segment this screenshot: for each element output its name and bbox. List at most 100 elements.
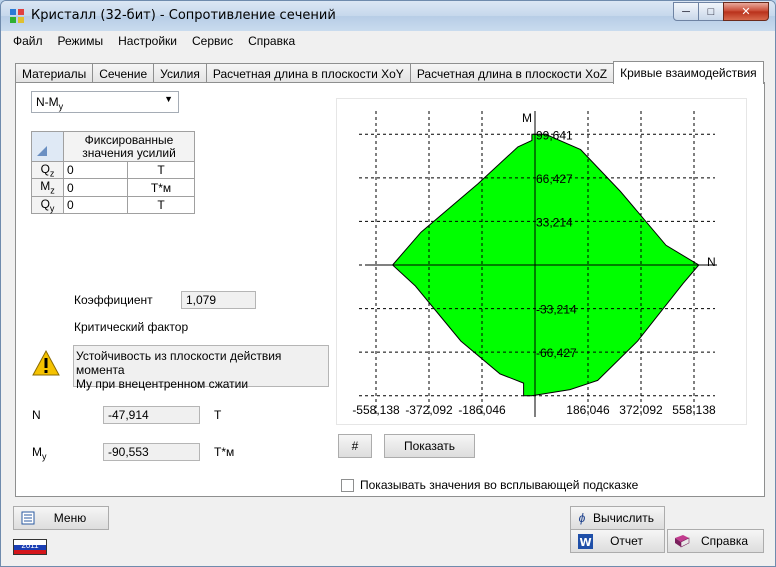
tab-strip: Материалы Сечение Усилия Расчетная длина… — [15, 61, 764, 84]
title-bar[interactable]: Кристалл (32-бит) - Сопротивление сечени… — [1, 1, 775, 31]
tab-section[interactable]: Сечение — [92, 63, 155, 83]
critical-factor-line2: My при внецентренном сжатии — [76, 377, 249, 391]
y-tick-label: 33,214 — [536, 215, 573, 229]
menu-help[interactable]: Справка — [240, 34, 302, 48]
critical-factor-label: Критический фактор — [74, 320, 189, 334]
table-header-line2: значения усилий — [82, 145, 176, 160]
x-tick-label: 186,046 — [566, 403, 610, 417]
close-icon: ✕ — [741, 6, 751, 18]
fixed-forces-table: Фиксированные значения усилий Qz 0 Т Mz … — [31, 131, 195, 215]
row-sub: z — [50, 185, 55, 196]
my-unit: Т*м — [214, 445, 235, 459]
row-sub: z — [49, 168, 55, 179]
row-header-qy: Qy — [31, 195, 64, 215]
coefficient-label: Коэффициент — [74, 293, 153, 307]
y-tick-label: 99,641 — [536, 128, 573, 142]
x-tick-label: 372,092 — [619, 403, 663, 417]
close-button[interactable]: ✕ — [723, 2, 769, 21]
mz-unit-cell: Т*м — [127, 178, 195, 197]
tooltip-values-option[interactable]: Показывать значения во всплывающей подск… — [341, 478, 638, 492]
main-window: Кристалл (32-бит) - Сопротивление сечени… — [0, 0, 776, 567]
curve-type-value: N-M — [36, 95, 59, 109]
interaction-curve-chart: -558,138 -372,092 -186,046 186,046 372,092 55… — [352, 111, 717, 417]
table-row: Mz 0 Т*м — [31, 178, 195, 197]
row-header-mz: Mz — [31, 178, 64, 197]
table-row: Qy 0 Т — [31, 195, 195, 215]
n-unit: Т — [214, 408, 222, 422]
coefficient-field: 1,079 — [181, 291, 256, 309]
menu-modes[interactable]: Режимы — [50, 34, 111, 48]
interaction-chart-area[interactable]: -558,138 -372,092 -186,046 186,046 372,092 55… — [336, 98, 747, 425]
menu-settings[interactable]: Настройки — [110, 34, 184, 48]
year-badge-text: 2011 — [21, 541, 39, 550]
show-button[interactable]: Показать — [384, 434, 475, 458]
my-value-field: -90,553 — [103, 443, 200, 461]
critical-factor-text: Устойчивость из плоскости действия момен… — [73, 345, 329, 391]
row-name: Q — [40, 162, 50, 176]
year-flag-badge: 2011 — [13, 539, 47, 555]
y-tick-label: -66,427 — [536, 346, 577, 360]
y-axis-label: M — [522, 111, 532, 125]
report-button[interactable]: W Отчет — [570, 529, 665, 553]
menu-list-icon — [20, 510, 36, 526]
table-row: Qz 0 Т — [31, 160, 195, 180]
mz-value-cell[interactable]: 0 — [63, 178, 128, 197]
n-label: N — [32, 408, 41, 422]
y-tick-label: -33,214 — [536, 303, 577, 317]
tooltip-values-checkbox[interactable] — [341, 478, 354, 492]
qz-value-cell[interactable]: 0 — [63, 160, 128, 180]
row-sub: y — [49, 203, 55, 214]
minimize-button[interactable]: ─ — [673, 2, 699, 21]
n-value-field: -47,914 — [103, 406, 200, 424]
warning-icon — [32, 349, 60, 376]
tab-effective-length-xoy[interactable]: Расчетная длина в плоскости XoY — [205, 63, 411, 83]
critical-factor-line1: Устойчивость из плоскости действия момен… — [76, 349, 282, 377]
maximize-icon: □ — [707, 5, 715, 18]
row-name: M — [40, 179, 51, 194]
table-corner — [31, 131, 64, 162]
phi-icon: ϕ — [578, 511, 586, 525]
table-header-line1: Фиксированные — [84, 132, 174, 147]
my-label: My — [32, 445, 47, 461]
help-button-label: Справка — [700, 534, 749, 548]
dropdown-arrow-icon: ▼ — [164, 94, 173, 104]
calculate-button[interactable]: ϕ Вычислить — [570, 506, 665, 530]
tab-forces[interactable]: Усилия — [153, 63, 207, 83]
help-book-icon — [674, 533, 690, 549]
window-title: Кристалл (32-бит) - Сопротивление сечени… — [31, 8, 336, 23]
x-tick-label: -372,092 — [405, 403, 453, 417]
report-button-label: Отчет — [610, 534, 643, 548]
menu-button-label: Меню — [53, 511, 87, 525]
menu-service[interactable]: Сервис — [184, 34, 240, 48]
corner-triangle-icon — [37, 146, 47, 156]
my-label-sub: y — [42, 451, 47, 462]
maximize-button[interactable]: □ — [698, 2, 724, 21]
menu-file[interactable]: Файл — [5, 34, 50, 48]
qy-unit-cell: Т — [127, 195, 195, 215]
x-tick-label: -186,046 — [458, 403, 506, 417]
my-label-text: M — [32, 445, 42, 459]
y-tick-label: 66,427 — [536, 172, 573, 186]
tab-materials[interactable]: Материалы — [15, 63, 94, 83]
svg-text:W: W — [579, 536, 591, 549]
curve-type-sub: y — [58, 101, 64, 112]
hash-button[interactable]: # — [338, 434, 372, 458]
qz-unit-cell: Т — [127, 160, 195, 180]
qy-value-cell[interactable]: 0 — [63, 195, 128, 215]
calculate-button-label: Вычислить — [592, 511, 654, 525]
app-icon — [10, 9, 24, 23]
menu-button[interactable]: Меню — [13, 506, 109, 530]
table-header: Фиксированные значения усилий — [63, 131, 195, 162]
menu-bar: Файл Режимы Настройки Сервис Справка — [5, 31, 771, 51]
tooltip-values-label: Показывать значения во всплывающей подск… — [360, 478, 639, 492]
curve-type-select[interactable]: N-My ▼ — [31, 91, 179, 113]
tab-effective-length-xoz[interactable]: Расчетная длина в плоскости XoZ — [409, 63, 615, 83]
x-tick-label: 558,138 — [672, 403, 716, 417]
tab-interaction-curves[interactable]: Кривые взаимодействия — [613, 61, 764, 84]
row-header-qz: Qz — [31, 160, 64, 180]
minimize-icon: ─ — [682, 5, 690, 18]
help-button[interactable]: Справка — [667, 529, 764, 553]
word-document-icon: W — [577, 533, 593, 549]
x-axis-label: N — [707, 255, 716, 269]
row-name: Q — [40, 196, 50, 211]
